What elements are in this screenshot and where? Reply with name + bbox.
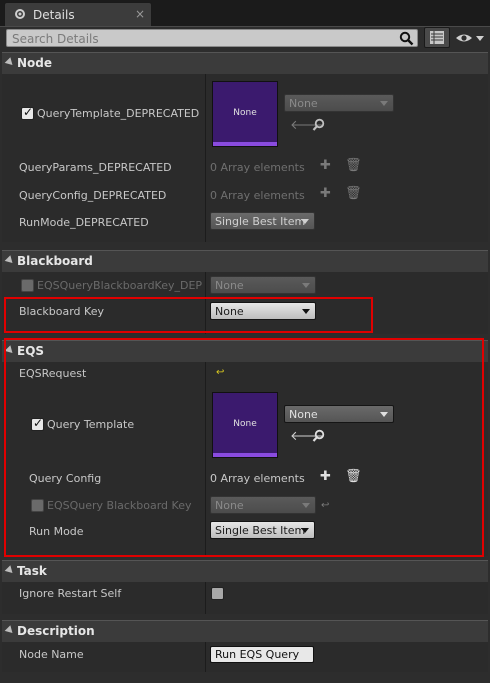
eye-icon xyxy=(456,34,484,42)
node-name-label: Node Name xyxy=(19,648,84,661)
category-blackboard[interactable]: Blackboard xyxy=(2,250,488,272)
query-template-deprecated-label: QueryTemplate_DEPRECATED xyxy=(37,107,200,120)
node-name-value: Run EQS Query xyxy=(215,648,300,661)
run-mode-deprecated-label: RunMode_DEPRECATED xyxy=(19,216,149,229)
check-icon: ✓ xyxy=(23,105,34,119)
details-gear-icon xyxy=(13,7,27,21)
category-label: Blackboard xyxy=(17,254,93,268)
eqs-blackboard-key-deprecated-checkbox[interactable] xyxy=(21,279,34,292)
thumbnail-label: None xyxy=(233,108,257,118)
ignore-restart-self-checkbox[interactable] xyxy=(211,587,224,600)
run-mode-deprecated-combo[interactable]: Single Best Item xyxy=(210,212,315,230)
tab-details[interactable]: Details × xyxy=(4,2,152,26)
collapse-arrow-icon xyxy=(4,57,16,68)
ignore-restart-self-label: Ignore Restart Self xyxy=(19,587,122,600)
search-placeholder: Search Details xyxy=(12,32,99,46)
category-task[interactable]: Task xyxy=(2,560,488,582)
column-divider[interactable] xyxy=(205,582,206,614)
tab-title: Details xyxy=(33,8,75,22)
asset-thumbnail[interactable]: None xyxy=(212,81,278,147)
eqs-blackboard-key-deprecated-label: EQSQueryBlackboardKey_DEPRE xyxy=(37,279,203,292)
query-params-value: 0 Array elements xyxy=(210,161,305,174)
category-description[interactable]: Description xyxy=(2,620,488,642)
column-divider[interactable] xyxy=(205,74,206,242)
visibility-button[interactable] xyxy=(454,29,486,47)
add-element-icon[interactable]: ✚ xyxy=(320,187,331,200)
combo-value: None xyxy=(289,97,318,110)
query-params-deprecated-label: QueryParams_DEPRECATED xyxy=(19,161,172,174)
eqs-blackboard-key-deprecated-combo[interactable]: None xyxy=(210,276,316,294)
thumbnail-bar xyxy=(213,142,277,146)
combo-value: Single Best Item xyxy=(215,215,306,228)
category-label: Description xyxy=(17,624,95,638)
collapse-arrow-icon xyxy=(4,255,16,266)
query-template-deprecated-checkbox[interactable]: ✓ xyxy=(21,105,34,120)
browse-search-icon[interactable] xyxy=(312,118,326,135)
combo-value: None xyxy=(215,279,244,292)
chevron-down-icon xyxy=(380,101,388,106)
close-icon[interactable]: × xyxy=(135,7,145,21)
node-name-field[interactable]: Run EQS Query xyxy=(210,646,314,663)
chevron-down-icon xyxy=(302,283,310,288)
highlight-box-blackboard-key xyxy=(4,297,373,333)
collapse-arrow-icon xyxy=(4,625,16,636)
highlight-box-eqs xyxy=(4,338,484,557)
trash-icon[interactable]: 🗑 xyxy=(345,159,362,172)
search-input[interactable]: Search Details xyxy=(6,29,418,47)
search-icon[interactable] xyxy=(399,31,414,46)
asset-picker-combo[interactable]: None xyxy=(284,94,394,112)
category-label: Node xyxy=(17,56,53,70)
trash-icon[interactable]: 🗑 xyxy=(345,187,362,200)
category-label: Task xyxy=(17,564,47,578)
list-view-icon xyxy=(430,31,444,44)
category-node[interactable]: Node xyxy=(2,52,488,74)
query-config-deprecated-label: QueryConfig_DEPRECATED xyxy=(19,189,167,202)
query-config-value: 0 Array elements xyxy=(210,189,305,202)
collapse-arrow-icon xyxy=(4,565,16,576)
add-element-icon[interactable]: ✚ xyxy=(320,159,331,172)
view-options-button[interactable] xyxy=(424,27,450,48)
column-divider[interactable] xyxy=(205,642,206,672)
chevron-down-icon xyxy=(301,219,309,224)
